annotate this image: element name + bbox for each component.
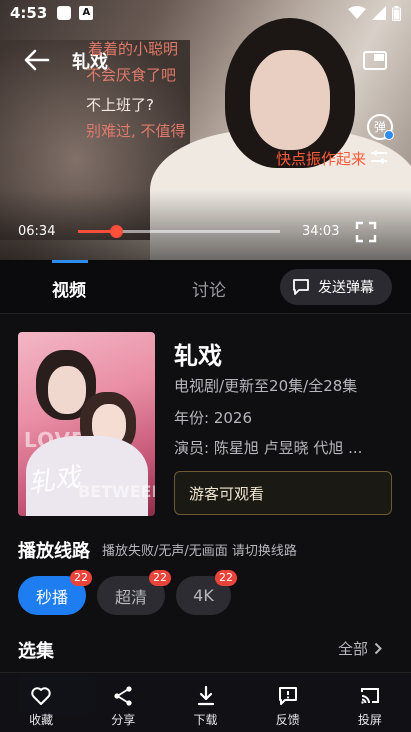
- line-chip-label: 超清: [114, 587, 147, 607]
- share-icon: [114, 686, 132, 706]
- line-chip-label: 秒播: [35, 587, 68, 607]
- danmu-toggle-button[interactable]: 弹: [367, 114, 394, 140]
- share-label: 分享: [111, 713, 136, 727]
- show-type-line: 电视剧/更新至20集/全28集: [174, 377, 358, 395]
- play-lines-title: 播放线路: [18, 541, 90, 562]
- poster-title-logo: 轧戏: [26, 462, 83, 500]
- video-frame-face: [250, 50, 330, 150]
- status-bar: 4:53 A: [0, 0, 411, 26]
- heart-icon: [31, 687, 51, 705]
- poster-backdrop-lettering: BETWEEN: [78, 482, 155, 501]
- picture-in-picture-icon[interactable]: [362, 50, 388, 72]
- show-title: 轧戏: [174, 342, 222, 370]
- send-danmu-label: 发送弹幕: [318, 280, 374, 296]
- line-chip-4k[interactable]: 4K 22: [176, 570, 237, 615]
- episodes-all-label: 全部: [338, 640, 369, 658]
- feedback-label: 反馈: [275, 713, 300, 727]
- show-cast-line: 演员: 陈星旭 卢昱晓 代旭 ...: [174, 439, 363, 457]
- episodes-all-link[interactable]: 全部: [338, 638, 382, 659]
- download-label: 下载: [193, 713, 218, 727]
- comment-icon: [293, 279, 309, 295]
- line-chip-badge: 22: [215, 570, 237, 586]
- danmu-comment: 着着的小聪明: [88, 40, 179, 58]
- current-time: 06:34: [18, 224, 56, 239]
- chevron-right-icon: [374, 642, 382, 655]
- favorite-label: 收藏: [29, 713, 54, 727]
- cast-icon: [360, 688, 379, 704]
- line-chip-badge: 22: [70, 570, 92, 586]
- danmu-comment: 别难过, 不值得: [86, 122, 186, 140]
- bottom-action-bar: 收藏 分享 下载 反馈 投屏: [0, 672, 411, 732]
- tab-indicator: [52, 260, 88, 263]
- notification-icon: [57, 6, 72, 20]
- progress-bar[interactable]: [78, 225, 280, 238]
- app-notification-icon: A: [79, 6, 94, 20]
- tab-video[interactable]: 视频: [52, 276, 86, 301]
- play-lines-hint: 播放失败/无声/无画面 请切换线路: [102, 544, 297, 559]
- total-time: 34:03: [302, 224, 340, 239]
- send-danmu-button[interactable]: 发送弹幕: [280, 269, 392, 305]
- feedback-button[interactable]: 反馈: [247, 673, 329, 732]
- battery-icon: [392, 5, 401, 21]
- video-player[interactable]: [0, 0, 411, 260]
- status-time: 4:53: [10, 4, 48, 22]
- guest-watch-button[interactable]: 游客可观看: [174, 471, 392, 515]
- signal-icon: [372, 6, 386, 20]
- show-poster[interactable]: LOVE BETWEEN 轧戏: [18, 332, 155, 516]
- cast-button[interactable]: 投屏: [329, 673, 411, 732]
- fullscreen-icon[interactable]: [355, 221, 377, 243]
- episodes-title: 选集: [18, 641, 54, 662]
- line-chip-badge: 22: [149, 570, 171, 586]
- danmu-on-indicator: [384, 130, 394, 140]
- tab-discuss[interactable]: 讨论: [192, 276, 226, 301]
- danmu-comment: 快点振作起来: [276, 150, 367, 168]
- danmu-settings-icon[interactable]: [370, 150, 388, 164]
- favorite-button[interactable]: 收藏: [0, 673, 82, 732]
- show-year-line: 年份: 2026: [174, 409, 252, 427]
- line-chip-hd[interactable]: 超清 22: [97, 570, 171, 615]
- download-icon: [197, 685, 214, 706]
- download-button[interactable]: 下载: [164, 673, 246, 732]
- cast-label: 投屏: [357, 713, 382, 727]
- back-arrow-icon[interactable]: [22, 48, 50, 72]
- tab-bar: 视频 讨论 发送弹幕: [0, 260, 411, 314]
- poster-figure: [48, 366, 86, 414]
- wifi-icon: [348, 6, 366, 19]
- share-button[interactable]: 分享: [82, 673, 164, 732]
- danmu-comment: 不会厌食了吧: [86, 66, 177, 84]
- danmu-comment: 不上班了?: [86, 96, 154, 114]
- video-bottom-shade: [0, 190, 411, 260]
- line-chip-label: 4K: [193, 586, 214, 605]
- line-chip-instant[interactable]: 秒播 22: [18, 570, 92, 615]
- feedback-icon: [278, 687, 297, 705]
